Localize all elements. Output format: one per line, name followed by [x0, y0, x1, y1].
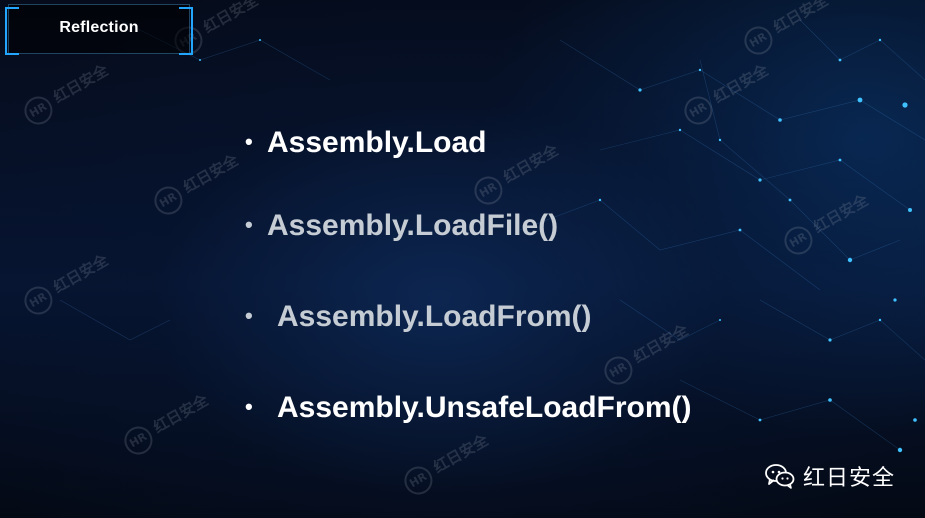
bullet-dot: •	[245, 129, 253, 154]
bullet-list: • Assembly.Load • Assembly.LoadFile() • Ass…	[0, 0, 925, 518]
bullet-dot: •	[245, 303, 253, 328]
bullet-text: Assembly.LoadFrom()	[277, 300, 592, 333]
presentation-slide: HR红日安全 HR红日安全 HR红日安全 HR红日安全 HR红日安全 HR红日安…	[0, 0, 925, 518]
bullet-item: • Assembly.UnsafeLoadFrom()	[245, 389, 692, 426]
bullet-text: Assembly.Load	[267, 126, 487, 159]
bullet-item: • Assembly.LoadFile()	[245, 207, 558, 244]
bullet-item: • Assembly.LoadFrom()	[245, 298, 592, 335]
bullet-item: • Assembly.Load	[245, 124, 487, 161]
bullet-text: Assembly.UnsafeLoadFrom()	[277, 391, 692, 424]
brand-name: 红日安全	[802, 466, 895, 491]
wechat-icon	[765, 464, 795, 489]
bullet-dot: •	[245, 394, 253, 419]
brand-badge: 红日安全	[765, 462, 895, 491]
bullet-dot: •	[245, 212, 253, 237]
bullet-text: Assembly.LoadFile()	[267, 209, 559, 242]
